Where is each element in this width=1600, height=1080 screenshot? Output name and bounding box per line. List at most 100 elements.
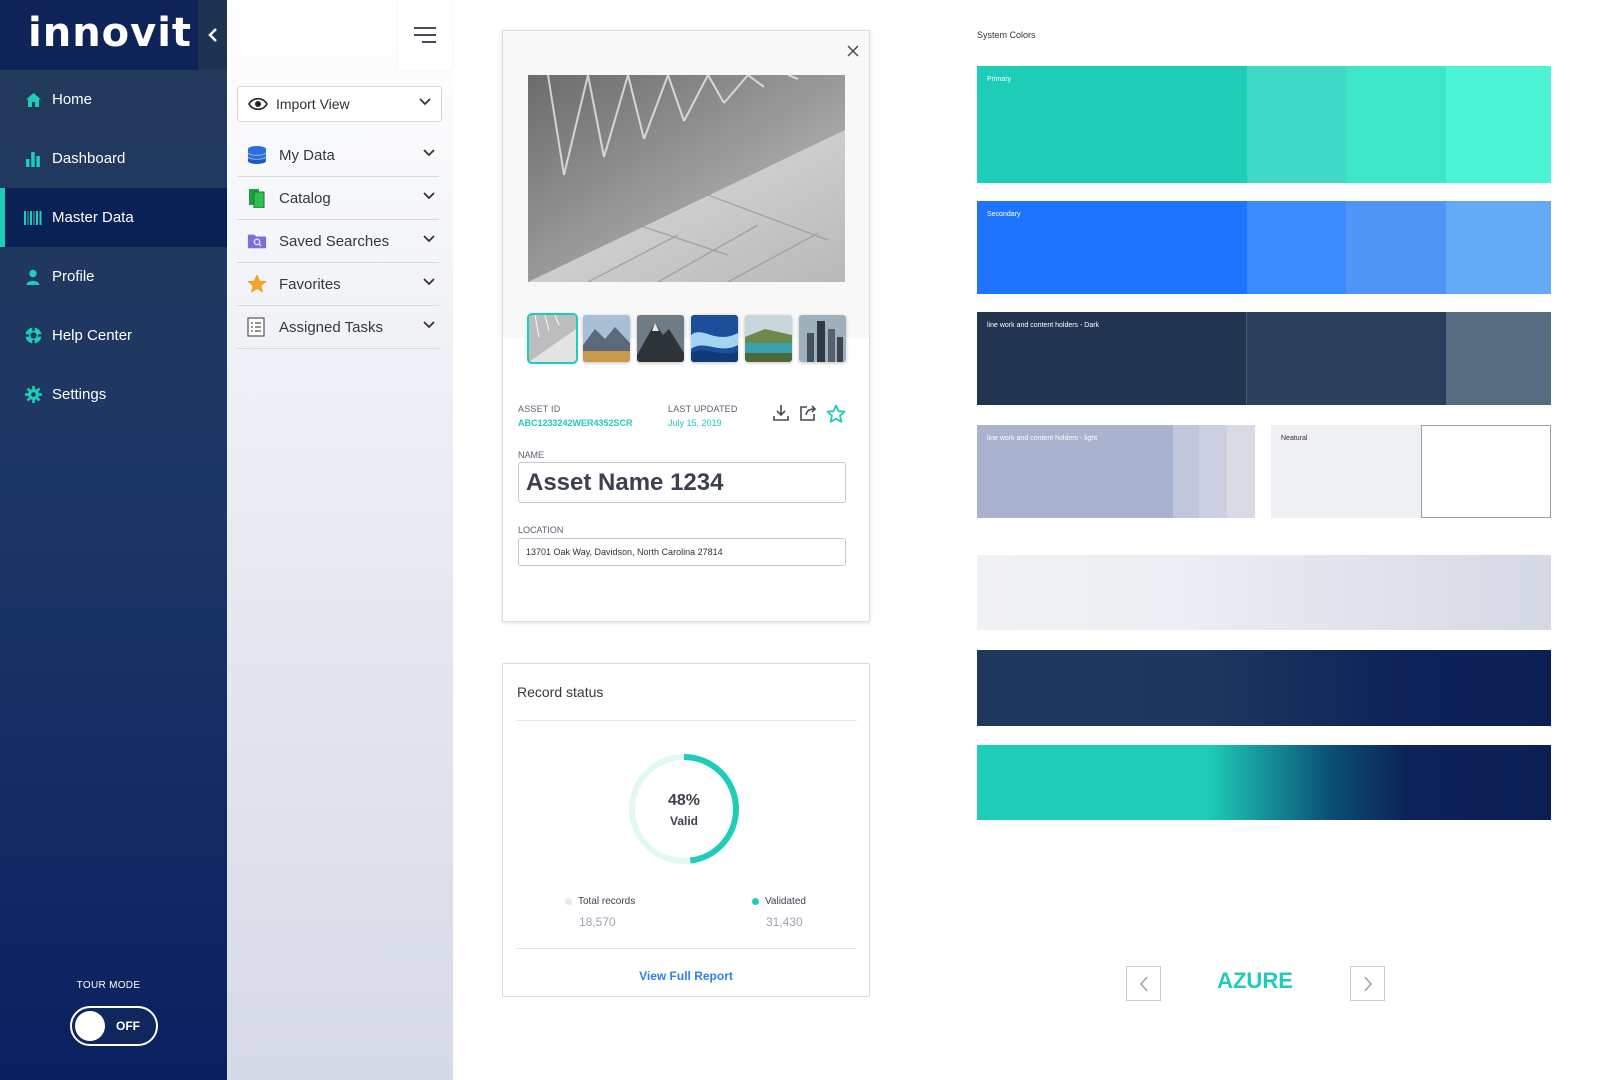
share-icon [800,405,817,421]
theme-prev-button[interactable] [1126,966,1161,1001]
asset-id-label: ASSET ID [518,404,561,414]
checklist-icon [247,317,267,337]
view-full-report-link[interactable]: View Full Report [503,969,869,983]
panel-menu: My Data Catalog Saved Searches Favorites… [237,134,439,349]
neutral-swatch: Neatural [1271,425,1421,518]
app-root: innovit Home Dashboard Master Data Profi… [0,0,1600,1080]
name-field-label: NAME [518,450,545,460]
menu-item-label: Assigned Tasks [279,318,383,336]
eye-icon [248,98,268,110]
chevron-down-icon [423,192,435,200]
theme-next-button[interactable] [1350,966,1385,1001]
nav-item-dashboard[interactable]: Dashboard [0,129,227,188]
thumbnail[interactable] [583,315,630,362]
thumbnail[interactable] [745,315,792,362]
brand-logo: innovit [28,10,192,56]
asset-gallery [503,31,869,364]
primary-swatches: Primary [977,66,1551,183]
valid-progress-ring: 48% Valid [627,752,741,866]
last-updated-value: July 15, 2019 [668,418,722,428]
asset-id-value: ABC1233242WER4352SCR [518,418,633,428]
menu-item-label: Favorites [279,275,341,293]
theme-name: AZURE [1217,968,1293,993]
chevron-left-icon [1139,976,1148,991]
primary-swatch [1346,66,1446,183]
light-swatch [1227,425,1255,518]
secondary-swatch [1346,201,1446,294]
menu-item-label: Catalog [279,189,331,207]
nav-item-label: Home [52,91,93,108]
name-input-value: Asset Name 1234 [526,468,724,496]
dark-swatch: line work and content holders - Dark [977,312,1247,405]
thumbnail[interactable] [637,315,684,362]
toggle-state-text: OFF [116,1019,140,1033]
bar-chart-icon [24,150,42,168]
menu-item-my-data[interactable]: My Data [237,134,439,177]
name-input[interactable]: Asset Name 1234 [518,462,846,503]
tour-mode-label: TOUR MODE [76,980,141,991]
divider [517,720,857,721]
close-button[interactable] [845,43,861,59]
brand-gradient-swatch [977,745,1551,820]
secondary-label: Secondary [987,211,1021,218]
dark-swatch [1247,312,1446,405]
chevron-down-icon [419,98,431,106]
last-updated-label: LAST UPDATED [668,404,738,414]
menu-item-favorites[interactable]: Favorites [237,263,439,306]
location-input[interactable]: 13701 Oak Way, Davidson, North Carolina … [518,538,846,566]
record-status-card: Record status 48% Valid Total records 18… [502,663,870,997]
primary-swatch [1446,66,1551,183]
light-swatch [1173,425,1199,518]
menu-button[interactable] [398,0,452,70]
logo-bar: innovit [0,0,227,70]
chevron-left-icon [207,28,217,42]
chevron-down-icon [423,278,435,286]
menu-item-saved-searches[interactable]: Saved Searches [237,220,439,263]
menu-item-assigned-tasks[interactable]: Assigned Tasks [237,306,439,349]
thumbnail[interactable] [799,315,846,362]
nav-list: Home Dashboard Master Data Profile Help … [0,70,227,424]
legend-label: Validated [765,896,806,907]
secondary-swatches: Secondary [977,201,1551,294]
nav-item-settings[interactable]: Settings [0,365,227,424]
download-button[interactable] [772,404,790,429]
share-button[interactable] [799,404,817,429]
neutral-swatches: Neatural [1271,425,1551,518]
catalog-icon [247,188,267,208]
side-nav: innovit Home Dashboard Master Data Profi… [0,0,227,1080]
primary-swatch: Primary [977,66,1247,183]
nav-item-label: Profile [52,268,95,285]
collapse-nav-button[interactable] [198,0,227,70]
thumbnail[interactable] [527,313,578,364]
favorite-button[interactable] [826,404,846,429]
chevron-right-icon [1363,976,1372,991]
chevron-down-icon [423,149,435,157]
nav-item-master-data[interactable]: Master Data [0,188,227,247]
legend-value: 31,430 [766,915,803,929]
database-icon [247,145,267,165]
system-colors-title: System Colors [977,30,1036,40]
menu-item-catalog[interactable]: Catalog [237,177,439,220]
dark-label: line work and content holders - Dark [987,322,1100,329]
download-icon [773,405,789,421]
legend-label: Total records [578,896,636,907]
lifebuoy-icon [24,327,42,345]
nav-item-help-center[interactable]: Help Center [0,306,227,365]
last-updated-block: LAST UPDATED July 15, 2019 [668,404,738,428]
tour-mode-toggle[interactable]: OFF [70,1006,158,1046]
nav-item-label: Master Data [52,209,134,226]
menu-item-label: Saved Searches [279,232,390,250]
asset-main-image [528,75,845,282]
user-icon [24,268,42,286]
legend-validated: Validated 31,430 [752,896,806,929]
dark-swatch [1446,312,1551,405]
view-select[interactable]: Import View [237,86,442,122]
primary-label: Primary [987,76,1012,83]
chevron-down-icon [423,235,435,243]
neutral-swatch [1421,425,1551,518]
nav-item-profile[interactable]: Profile [0,247,227,306]
nav-item-label: Help Center [52,327,133,344]
chevron-down-icon [423,321,435,329]
thumbnail[interactable] [691,315,738,362]
nav-item-home[interactable]: Home [0,70,227,129]
